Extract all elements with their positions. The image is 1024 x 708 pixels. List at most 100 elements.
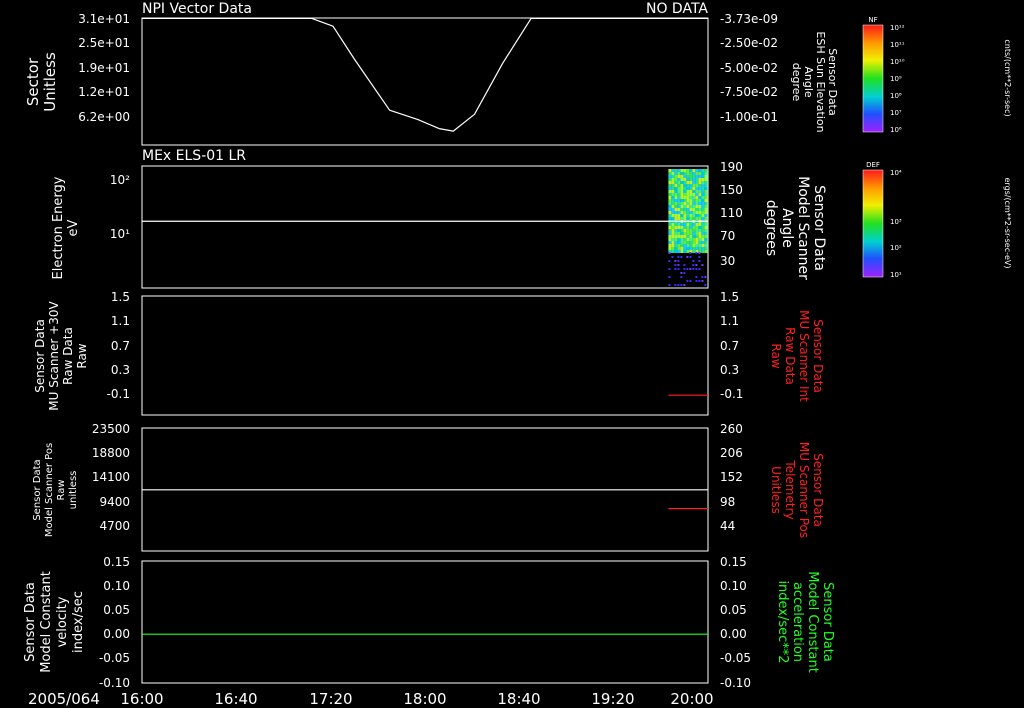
spectrogram-cell: [677, 169, 681, 172]
spectrogram-cell: [668, 260, 671, 262]
spectrogram-cell: [692, 217, 696, 220]
spectrogram-cell: [674, 169, 678, 172]
colorbar-def-tick: 10³: [890, 218, 902, 226]
spectrogram-cell: [674, 238, 678, 241]
spectrogram-cell: [674, 268, 677, 270]
spectrogram-cell: [704, 244, 708, 247]
spectrogram-cell: [674, 235, 678, 238]
spectrogram-cell: [695, 172, 699, 175]
spectrogram-cell: [704, 169, 708, 172]
spectrogram-cell: [674, 184, 678, 187]
spectrogram-cell: [689, 247, 693, 250]
spectrogram-cell: [686, 202, 690, 205]
panel-5-ylabel-line: index/sec: [71, 591, 86, 653]
xtick-label: 18:00: [403, 690, 446, 708]
spectrogram-cell: [695, 229, 699, 232]
spectrogram-cell: [668, 247, 672, 250]
spectrogram-cell: [692, 169, 696, 172]
spectrogram-cell: [668, 229, 672, 232]
spectrogram-cell: [680, 211, 684, 214]
spectrogram-cell: [689, 232, 693, 235]
spectrogram-cell: [677, 268, 680, 270]
spectrogram-cell: [701, 241, 705, 244]
spectrogram-cell: [692, 238, 696, 241]
spectrogram-cell: [677, 217, 681, 220]
panel-3-ytick-left: -0.1: [107, 387, 130, 401]
spectrogram-cell: [686, 268, 689, 270]
spectrogram-cell: [680, 217, 684, 220]
spectrogram-cell: [668, 232, 672, 235]
spectrogram-cell: [674, 260, 677, 262]
spectrogram-cell: [677, 256, 680, 258]
spectrogram-cell: [692, 172, 696, 175]
panel-3-ytick-right: 1.1: [720, 314, 739, 328]
panel-2-ytick-left: 10²: [110, 173, 130, 187]
spectrogram-cell: [671, 250, 675, 253]
spectrogram-cell: [683, 175, 687, 178]
spectrogram-cell: [695, 235, 699, 238]
spectrogram-cell: [698, 193, 702, 196]
spectrogram-cell: [692, 181, 696, 184]
spectrogram-cell: [695, 205, 699, 208]
spectrogram-cell: [692, 205, 696, 208]
panel-2-ylabel-right-line: Angle: [779, 208, 795, 248]
spectrogram-cell: [668, 268, 671, 270]
panel-4-ytick-right: 206: [720, 446, 743, 460]
spectrogram-cell: [695, 199, 699, 202]
colorbar-nf-unit: cnts/(cm**2-sr-sec): [1003, 39, 1012, 116]
spectrogram-cell: [668, 199, 672, 202]
panel-2-ylabel-line: eV: [66, 219, 81, 236]
spectrogram-cell: [668, 202, 672, 205]
spectrogram-cell: [701, 202, 705, 205]
colorbar-def-tick: 10²: [890, 244, 902, 252]
spectrogram-cell: [680, 205, 684, 208]
spectrogram-cell: [695, 280, 698, 282]
spectrogram-cell: [668, 244, 672, 247]
spectrogram-cell: [668, 187, 672, 190]
spectrogram-cell: [680, 276, 683, 278]
spectrogram-cell: [698, 217, 702, 220]
spectrogram-cell: [683, 264, 686, 266]
spectrogram-cell: [674, 264, 677, 266]
panel-5-ytick-left: -0.05: [99, 651, 130, 665]
spectrogram-cell: [683, 193, 687, 196]
spectrogram-cell: [686, 241, 690, 244]
spectrogram-cell: [704, 187, 708, 190]
spectrogram-cell: [692, 241, 696, 244]
panel-2-title: MEx ELS-01 LR: [142, 148, 246, 164]
panel-2-ylabel-right-line: Sensor Data: [811, 185, 827, 271]
spectrogram-cell: [704, 199, 708, 202]
panel-5-ylabel-right-line: Model Constant: [805, 571, 820, 673]
spectrogram-cell: [701, 280, 704, 282]
spectrogram-cell: [674, 175, 678, 178]
spectrogram-cell: [686, 181, 690, 184]
spectrogram-cell: [689, 175, 693, 178]
spectrogram-cell: [686, 214, 690, 217]
spectrogram-cell: [683, 284, 686, 286]
spectrogram-cell: [668, 178, 672, 181]
panel-4-ytick-left: 14100: [92, 470, 130, 484]
panel-5-ytick-left: 0.15: [103, 555, 130, 569]
spectrogram-cell: [668, 169, 672, 172]
spectrogram-cell: [695, 202, 699, 205]
spectrogram-cell: [686, 250, 690, 253]
panel-5-ytick-left: 0.05: [103, 603, 130, 617]
spectrogram-cell: [674, 250, 678, 253]
spectrogram-cell: [683, 178, 687, 181]
spectrogram-cell: [695, 208, 699, 211]
spectrogram-cell: [674, 241, 678, 244]
spectrogram-cell: [674, 181, 678, 184]
panel-4-ylabel-line: Raw: [56, 479, 67, 500]
spectrogram-cell: [674, 172, 678, 175]
xtick-label: 19:20: [591, 690, 634, 708]
spectrogram-cell: [692, 187, 696, 190]
spectrogram-cell: [686, 190, 690, 193]
xtick-label: 20:00: [670, 690, 713, 708]
spectrogram-cell: [683, 199, 687, 202]
spectrogram-cell: [671, 175, 675, 178]
spectrogram-cell: [701, 264, 704, 266]
panel-1-ytick-right: -2.50e-02: [720, 36, 778, 50]
spectrogram-cell: [689, 211, 693, 214]
spectrogram-cell: [698, 178, 702, 181]
spectrogram-cell: [704, 214, 708, 217]
